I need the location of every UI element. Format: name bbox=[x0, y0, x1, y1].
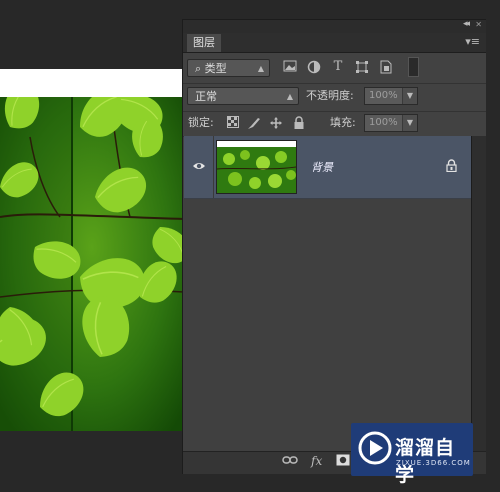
panel-title-bar[interactable]: ◂◂ ✕ bbox=[183, 19, 486, 33]
shape-filter-icon[interactable] bbox=[355, 60, 369, 74]
panel-menu-icon[interactable]: ▾≡ bbox=[465, 35, 480, 48]
layer-style-icon[interactable]: fx bbox=[311, 454, 322, 468]
link-layers-icon[interactable] bbox=[282, 454, 298, 469]
chevron-down-icon[interactable]: ▼ bbox=[402, 115, 417, 131]
canvas-fern-image[interactable] bbox=[0, 97, 184, 431]
tab-layers[interactable]: 图层 bbox=[187, 34, 221, 52]
blend-mode-select[interactable]: 正常 ▲ bbox=[187, 87, 299, 105]
layers-list-empty-area bbox=[183, 199, 471, 451]
opacity-value: 100% bbox=[369, 90, 398, 101]
lock-label: 锁定: bbox=[188, 116, 214, 129]
lock-position-icon[interactable] bbox=[269, 116, 283, 130]
canvas-white-strip bbox=[0, 69, 184, 98]
add-mask-icon[interactable] bbox=[336, 454, 350, 469]
close-panel-icon[interactable]: ✕ bbox=[475, 20, 482, 29]
collapse-panel-icon[interactable]: ◂◂ bbox=[463, 19, 470, 29]
image-filter-icon[interactable] bbox=[283, 60, 297, 74]
layer-thumbnail[interactable] bbox=[216, 140, 297, 194]
filter-toggle-icon[interactable] bbox=[408, 57, 419, 77]
layer-thumbnail-image bbox=[217, 147, 296, 193]
fill-field[interactable]: 100% ▼ bbox=[364, 114, 418, 132]
blend-mode-value: 正常 bbox=[195, 90, 217, 103]
lock-image-icon[interactable] bbox=[247, 116, 261, 130]
filter-kind-label: 类型 bbox=[204, 62, 227, 75]
filter-row: ⌕ 类型 ▲ T bbox=[183, 53, 486, 84]
visibility-toggle[interactable] bbox=[184, 136, 214, 198]
chevron-updown-icon: ▲ bbox=[286, 92, 293, 101]
opacity-label: 不透明度: bbox=[306, 89, 354, 102]
watermark-badge: 溜溜自学 ZIXUE.3D66.COM bbox=[351, 423, 473, 486]
play-logo-icon bbox=[358, 431, 392, 465]
watermark-subtitle: ZIXUE.3D66.COM bbox=[396, 459, 471, 467]
chevron-down-icon[interactable]: ▼ bbox=[402, 88, 417, 104]
type-filter-icon[interactable]: T bbox=[331, 60, 345, 74]
lock-transparent-icon[interactable] bbox=[226, 116, 240, 130]
layer-name[interactable]: 背景 bbox=[311, 159, 333, 175]
filter-kind-select[interactable]: ⌕ 类型 ▲ bbox=[187, 59, 270, 77]
layer-lock-icon bbox=[446, 159, 457, 175]
fill-value: 100% bbox=[369, 117, 398, 128]
chevron-updown-icon: ▲ bbox=[257, 64, 264, 73]
layers-panel: ◂◂ ✕ 图层 ▾≡ ⌕ 类型 ▲ T 正常 ▲ 不透明度: 100% ▼ 锁定… bbox=[182, 19, 486, 474]
smart-object-filter-icon[interactable] bbox=[379, 60, 393, 74]
opacity-field[interactable]: 100% ▼ bbox=[364, 87, 418, 105]
eye-icon[interactable] bbox=[192, 160, 206, 175]
panel-tab-bar: 图层 ▾≡ bbox=[183, 33, 486, 53]
search-icon: ⌕ bbox=[195, 62, 202, 75]
blend-row: 正常 ▲ 不透明度: 100% ▼ bbox=[183, 83, 486, 112]
adjustment-filter-icon[interactable] bbox=[307, 60, 321, 74]
lock-row: 锁定: 填充: 100% ▼ bbox=[183, 111, 486, 137]
fill-label: 填充: bbox=[330, 116, 356, 129]
lock-all-icon[interactable] bbox=[292, 116, 306, 130]
layer-row[interactable]: 背景 bbox=[184, 136, 471, 199]
layers-scrollbar[interactable] bbox=[471, 136, 486, 451]
